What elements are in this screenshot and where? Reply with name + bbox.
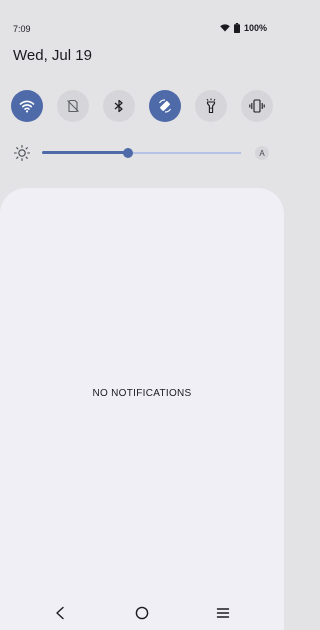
tile-flashlight[interactable] [195,90,227,122]
bluetooth-icon [114,99,123,113]
tile-auto-rotate[interactable] [149,90,181,122]
brightness-control: A [13,142,273,164]
recents-icon[interactable] [216,606,230,620]
tile-bluetooth[interactable] [103,90,135,122]
notification-panel: NO NOTIFICATIONS [0,188,284,630]
wifi-icon [19,100,35,113]
status-time: 7:09 [13,24,31,34]
brightness-fill [42,151,128,154]
navigation-bar [0,594,284,630]
home-icon[interactable] [135,606,149,620]
wifi-signal-icon [220,24,230,32]
flashlight-icon [206,98,216,114]
tile-mobile-data[interactable] [57,90,89,122]
auto-rotate-icon [158,99,172,113]
brightness-icon [13,144,31,162]
tile-vibrate[interactable] [241,90,273,122]
status-icons: 100% [220,23,267,33]
no-notifications-label: NO NOTIFICATIONS [92,388,192,399]
back-icon[interactable] [54,606,66,620]
tile-wifi[interactable] [11,90,43,122]
no-sim-icon [67,99,79,113]
shade-date[interactable]: Wed, Jul 19 [13,47,92,64]
battery-percent: 100% [243,23,267,33]
brightness-slider-thumb[interactable] [122,148,133,158]
vibrate-icon [249,99,265,113]
quick-settings-row [11,90,273,124]
auto-brightness-button[interactable]: A [255,146,269,160]
battery-icon [233,23,240,33]
